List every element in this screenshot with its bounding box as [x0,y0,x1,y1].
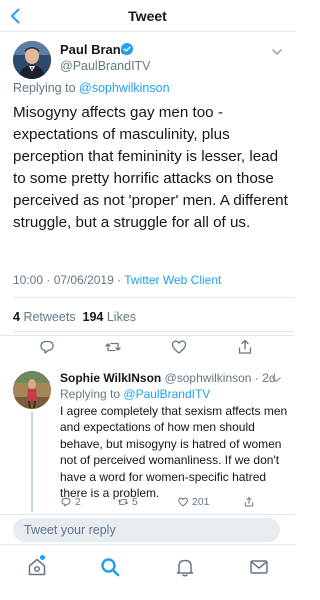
reply-composer [0,514,295,544]
like-icon [178,497,188,507]
author-handle[interactable]: @PaulBrandITV [60,59,151,73]
retweet-count: 5 [132,496,138,508]
mention-link[interactable]: @PaulBrandITV [123,387,210,401]
replying-to-label: Replying to [13,81,76,95]
mention-link[interactable]: @sophwilkinson [79,81,170,95]
tweet-text: Misogyny affects gay men too - expectati… [13,104,288,231]
like-button[interactable]: 201 [177,496,210,508]
reply-icon [61,497,71,507]
tweet-stats: 4 Retweets 194 Likes [13,310,136,324]
retweets-stat[interactable]: 4 Retweets [13,310,76,324]
tweet-date: 07/06/2019 [53,273,114,287]
retweets-count: 4 [13,310,20,324]
reply-count: 2 [75,496,81,508]
reply-actions: 2 5 201 [60,496,288,512]
reply-author-name: Sophie WilkINson [60,371,162,385]
replying-to: Replying to @PaulBrandITV [60,387,210,401]
likes-label: Likes [106,310,137,324]
reply-author[interactable]: Sophie WilkINson @sophwilkinson · 2d [60,371,276,385]
author-name[interactable]: Paul Brand [60,42,129,57]
replying-to-label: Replying to [60,387,121,401]
likes-stat[interactable]: 194 Likes [83,310,137,324]
likes-count: 194 [82,310,104,324]
tweet-meta: 10:00 · 07/06/2019 · Twitter Web Client [13,273,221,287]
top-bar: Tweet [0,0,295,32]
notifications-icon[interactable] [174,556,196,578]
meta-separator: · [43,273,54,287]
tab-bar [0,544,295,600]
search-icon[interactable] [99,556,121,578]
unread-dot [40,555,45,560]
avatar[interactable] [13,371,51,409]
reply-button[interactable]: 2 [60,496,81,508]
reply-tweet[interactable]: Sophie WilkINson @sophwilkinson · 2d Rep… [0,336,295,514]
divider [13,331,295,332]
client-link[interactable]: Twitter Web Client [124,273,221,287]
messages-icon[interactable] [248,556,270,578]
retweet-button[interactable]: 5 [117,496,138,508]
retweet-icon [117,499,129,505]
tweet-time: 10:00 [13,273,44,287]
thread-line [31,412,33,512]
reply-text: I agree completely that sexism affects m… [60,404,288,501]
reply-input[interactable] [13,518,280,542]
like-count: 201 [192,496,210,508]
page-title: Tweet [128,8,167,24]
replying-to: Replying to @sophwilkinson [13,81,170,95]
avatar[interactable] [13,41,51,79]
chevron-down-icon[interactable] [271,374,282,385]
chevron-down-icon[interactable] [271,46,283,58]
meta-separator: · [113,273,125,287]
home-icon[interactable] [26,556,48,578]
reply-author-handle: @sophwilkinson [164,371,252,385]
retweets-label: Retweets [23,310,76,324]
divider [13,297,295,298]
share-icon [244,497,254,507]
share-button[interactable] [243,496,255,508]
verified-badge-icon [121,43,133,55]
